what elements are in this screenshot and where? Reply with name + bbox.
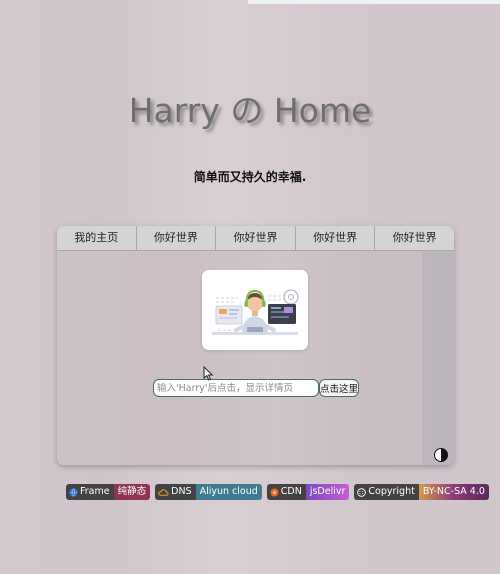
badge-cdn-label: CDN [280, 486, 302, 497]
site-subtitle: 简单而又持久的幸福. [193, 170, 307, 184]
developer-illustration-icon [202, 270, 308, 350]
tab-hello-world-1[interactable]: 你好世界 [137, 226, 217, 250]
hero-illustration [202, 270, 308, 350]
browser-top-strip [248, 0, 500, 4]
badge-dns-value: Aliyun cloud [195, 484, 262, 500]
tab-hello-world-2[interactable]: 你好世界 [216, 226, 296, 250]
tab-hello-world-3[interactable]: 你好世界 [296, 226, 376, 250]
tab-hello-world-4[interactable]: 你好世界 [375, 226, 454, 250]
search-input[interactable] [153, 379, 319, 397]
theme-toggle-icon[interactable] [434, 448, 448, 462]
mouse-cursor-icon [203, 366, 214, 381]
badge-dns[interactable]: DNS Aliyun cloud [155, 484, 262, 500]
badge-copyright-value: BY-NC-SA 4.0 [418, 484, 489, 500]
main-panel: 我的主页 你好世界 你好世界 你好世界 你好世界 输入'Harry'后点击，显示… [57, 226, 454, 465]
tab-bar: 我的主页 你好世界 你好世界 你好世界 你好世界 [57, 226, 454, 251]
globe-icon [69, 487, 78, 497]
badge-dns-label: DNS [171, 486, 192, 497]
badge-frame-value: 纯静态 [113, 484, 151, 500]
cdn-icon [270, 487, 279, 497]
badge-frame[interactable]: Frame 纯静态 [66, 484, 151, 500]
badge-cdn-value: jsDelivr [305, 484, 350, 500]
badge-cdn[interactable]: CDN jsDelivr [266, 484, 350, 500]
badge-copyright-label: Copyright [368, 486, 415, 497]
cloud-icon [158, 488, 169, 496]
click-here-button[interactable]: 点击这里 [319, 379, 359, 397]
badge-frame-label: Frame [80, 486, 110, 497]
site-title: Harry の Home [128, 91, 372, 130]
cc-icon [357, 487, 367, 497]
tab-my-home[interactable]: 我的主页 [57, 226, 137, 250]
badge-copyright[interactable]: Copyright BY-NC-SA 4.0 [354, 484, 489, 500]
footer-badges: Frame 纯静态 DNS Aliyun cloud CDN jsDelivr [66, 484, 489, 500]
